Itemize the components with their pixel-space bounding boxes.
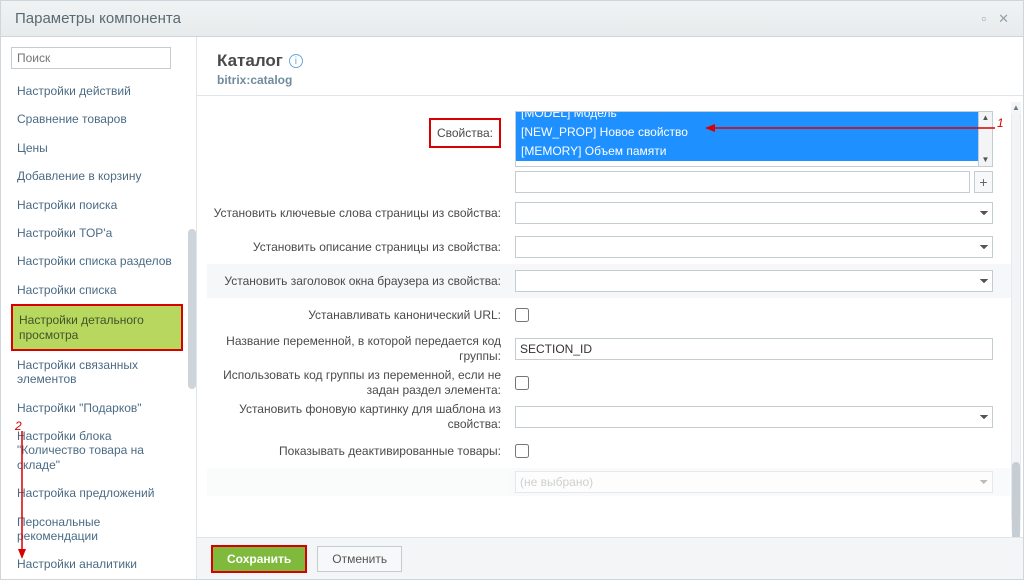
- sidebar-item[interactable]: Настройки "Подарков": [11, 394, 183, 422]
- label-bg: Установить фоновую картинку для шаблона …: [207, 402, 511, 432]
- sidebar-item[interactable]: Цены: [11, 134, 183, 162]
- props-listbox[interactable]: [MODEL] Модель [NEW_PROP] Новое свойство…: [515, 111, 979, 167]
- sidebar: Настройки действийСравнение товаровЦеныД…: [1, 37, 197, 579]
- listbox-scrollbar[interactable]: ▲ ▼: [979, 111, 993, 167]
- props-option[interactable]: [MODEL] Модель: [516, 111, 978, 123]
- props-extra-input[interactable]: [515, 171, 970, 193]
- label-var-name: Название переменной, в которой передаетс…: [207, 334, 511, 364]
- sidebar-item[interactable]: Настройки поиска: [11, 191, 183, 219]
- label-canonical: Устанавливать канонический URL:: [207, 308, 511, 323]
- close-icon[interactable]: ✕: [998, 11, 1009, 27]
- sidebar-item[interactable]: Добавление в корзину: [11, 162, 183, 190]
- content-header: Каталог i bitrix:catalog: [197, 37, 1023, 96]
- save-button[interactable]: Сохранить: [211, 545, 307, 573]
- props-option[interactable]: [MEMORY] Объем памяти: [516, 142, 978, 161]
- checkbox-canonical[interactable]: [515, 308, 529, 322]
- sidebar-item[interactable]: Настройки списка: [11, 276, 183, 304]
- search-input[interactable]: [11, 47, 171, 69]
- label-keywords: Установить ключевые слова страницы из св…: [207, 206, 511, 221]
- scroll-up-icon[interactable]: ▲: [1011, 102, 1021, 114]
- sidebar-item[interactable]: Персональные рекомендации: [11, 508, 183, 551]
- form-area: Свойства: [MODEL] Модель [NEW_PROP] Ново…: [197, 96, 1023, 537]
- props-option[interactable]: [NEW_PROP] Новое свойство: [516, 123, 978, 142]
- component-code: bitrix:catalog: [217, 73, 1003, 87]
- select-keywords[interactable]: [515, 202, 993, 224]
- checkbox-use-group[interactable]: [515, 376, 529, 390]
- label-descr: Установить описание страницы из свойства…: [207, 240, 511, 255]
- sidebar-item[interactable]: Настройки детального просмотра: [11, 304, 183, 351]
- sidebar-item[interactable]: Настройка предложений: [11, 479, 183, 507]
- sidebar-item[interactable]: Сравнение товаров: [11, 105, 183, 133]
- sidebar-item[interactable]: Настройки действий: [11, 77, 183, 105]
- select-descr[interactable]: [515, 236, 993, 258]
- info-icon[interactable]: i: [289, 54, 303, 68]
- page-title: Каталог: [217, 51, 283, 71]
- form-scrollbar[interactable]: ▲ ▼: [1011, 102, 1021, 531]
- sidebar-item[interactable]: Настройки ТОР'а: [11, 219, 183, 247]
- label-browser-title: Установить заголовок окна браузера из св…: [207, 274, 511, 289]
- sidebar-item[interactable]: Настройки списка разделов: [11, 247, 183, 275]
- minimize-icon[interactable]: ▫: [981, 11, 986, 27]
- window-title: Параметры компонента: [15, 10, 181, 27]
- sidebar-item[interactable]: Настройки аналитики: [11, 550, 183, 578]
- scroll-down-icon[interactable]: ▼: [979, 154, 992, 166]
- form-scrollbar-thumb[interactable]: [1012, 462, 1020, 537]
- checkbox-deact[interactable]: [515, 444, 529, 458]
- sidebar-scrollbar[interactable]: [188, 79, 196, 577]
- sidebar-item[interactable]: Настройки блока "Количество товара на ск…: [11, 422, 183, 479]
- nav-list: Настройки действийСравнение товаровЦеныД…: [11, 77, 196, 579]
- sidebar-item[interactable]: Настройки связанных элементов: [11, 351, 183, 394]
- sidebar-scrollbar-thumb[interactable]: [188, 229, 196, 389]
- select-browser-title[interactable]: [515, 270, 993, 292]
- scroll-up-icon[interactable]: ▲: [979, 112, 992, 124]
- titlebar: Параметры компонента ▫ ✕: [1, 1, 1023, 37]
- select-bg[interactable]: [515, 406, 993, 428]
- select-cutoff: (не выбрано): [515, 471, 993, 493]
- input-var-name[interactable]: [515, 338, 993, 360]
- cancel-button[interactable]: Отменить: [317, 546, 402, 572]
- label-use-group: Использовать код группы из переменной, е…: [207, 368, 511, 398]
- footer: Сохранить Отменить: [197, 537, 1023, 579]
- label-deact: Показывать деактивированные товары:: [207, 444, 511, 459]
- props-label: Свойства:: [429, 118, 501, 148]
- add-button[interactable]: +: [974, 171, 993, 193]
